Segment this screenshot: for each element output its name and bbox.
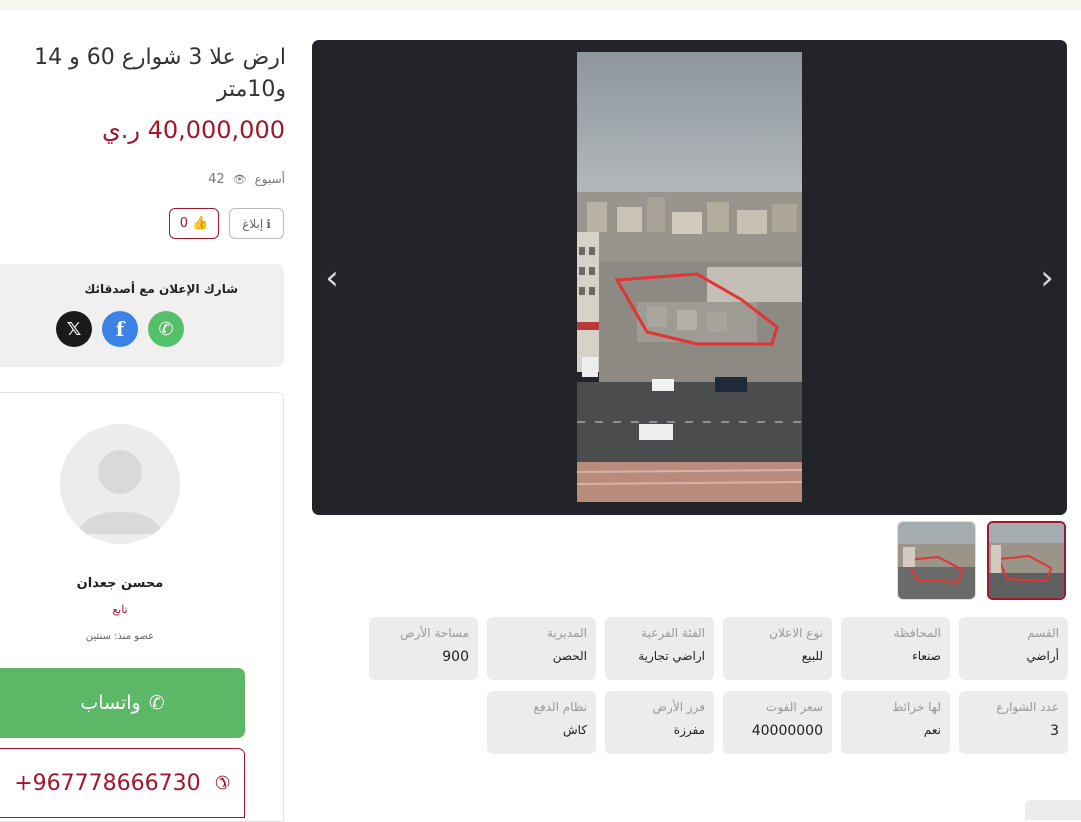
attr-value: للبيع	[801, 649, 823, 663]
floating-element	[1025, 800, 1081, 820]
views-count: 42	[208, 171, 225, 187]
attr-key: القسم	[1027, 626, 1059, 640]
attr-has-maps: لها خرائط نعم	[841, 691, 950, 754]
attr-value: 40000000	[751, 723, 823, 739]
report-label: إبلاغ	[242, 216, 264, 231]
whatsapp-label: واتساب	[80, 692, 141, 714]
member-since: عضو منذ: سنتين	[85, 631, 155, 642]
avatar[interactable]	[60, 424, 180, 544]
listing-price: 40,000,000 ر.ي	[101, 116, 285, 144]
thumbnail-active[interactable]	[987, 521, 1066, 600]
whatsapp-icon: ✆	[158, 318, 174, 340]
x-icon: 𝕏	[66, 318, 82, 340]
gallery-next-button[interactable]: ›	[1029, 258, 1065, 298]
report-button[interactable]: ℹ إبلاغ	[229, 208, 284, 239]
facebook-share-button[interactable]: f	[102, 311, 138, 347]
facebook-icon: f	[115, 317, 125, 341]
thumbnail-strip	[897, 521, 1067, 601]
whatsapp-share-button[interactable]: ✆	[148, 311, 184, 347]
posted-time: أسبوع	[254, 172, 285, 186]
attr-key: المديرية	[547, 626, 587, 640]
attr-value: مفرزة	[673, 723, 705, 737]
attr-value: 900	[442, 649, 469, 665]
attr-value: صنعاء	[912, 649, 941, 663]
attr-land-sorting: فرز الأرض مفرزة	[605, 691, 714, 754]
attr-value: الحصن	[552, 649, 587, 663]
eye-icon: 👁	[232, 172, 247, 186]
attr-subcategory: الفئة الفرعية اراضي تجارية	[605, 617, 714, 680]
attr-category: القسم أراضي	[959, 617, 1068, 680]
info-icon: ℹ	[266, 216, 271, 231]
attr-district: المديرية الحصن	[487, 617, 596, 680]
listing-title: ارض علا 3 شوارع 60 و 14 و10متر	[34, 45, 286, 102]
gallery-prev-button[interactable]: ‹	[314, 258, 350, 298]
attr-ad-type: نوع الاعلان للبيع	[723, 617, 832, 680]
top-bar	[0, 0, 1081, 10]
whatsapp-icon: ✆	[148, 692, 165, 714]
attr-streets-count: عدد الشوارع 3	[959, 691, 1068, 754]
attr-value: أراضي	[1026, 649, 1059, 663]
attr-payment-method: نظام الدفع كاش	[487, 691, 596, 754]
attr-value: اراضي تجارية	[638, 649, 705, 663]
listing-meta: أسبوع 👁 42	[190, 170, 285, 188]
attr-value: نعم	[923, 723, 941, 737]
attr-governorate: المحافظة صنعاء	[841, 617, 950, 680]
attr-value: 3	[1050, 723, 1059, 739]
attr-land-area: مساحة الأرض 900	[369, 617, 478, 680]
user-avatar-icon	[78, 450, 162, 534]
thumbnail-image	[898, 522, 975, 599]
attr-key: المحافظة	[893, 626, 941, 640]
phone-number: +967778666730	[14, 770, 201, 796]
thumbnail-image	[989, 523, 1064, 598]
whatsapp-button[interactable]: ✆ واتساب	[0, 668, 245, 738]
like-button[interactable]: 0 👍	[169, 208, 219, 239]
x-share-button[interactable]: 𝕏	[56, 311, 92, 347]
share-box: شارك الإعلان مع أصدقائك 𝕏 f ✆	[0, 264, 284, 367]
listing-photo[interactable]	[577, 52, 802, 502]
attr-key: لها خرائط	[892, 700, 941, 714]
attr-foot-price: سعر الفوت 40000000	[723, 691, 832, 754]
attr-key: مساحة الأرض	[400, 626, 469, 640]
seller-type: تابع	[112, 603, 128, 616]
attr-key: نظام الدفع	[533, 700, 588, 714]
attr-value: كاش	[562, 723, 587, 737]
attr-key: سعر الفوت	[766, 700, 823, 714]
chevron-left-icon: ‹	[325, 258, 339, 298]
seller-name[interactable]: محسن جعدان	[0, 576, 240, 591]
attr-key: نوع الاعلان	[769, 626, 823, 640]
chevron-right-icon: ›	[1040, 258, 1054, 298]
image-gallery[interactable]: ‹ ›	[312, 40, 1067, 515]
attr-key: الفئة الفرعية	[641, 626, 705, 640]
thumbs-up-icon: 👍	[192, 216, 209, 231]
phone-button[interactable]: +967778666730 ✆	[0, 748, 245, 818]
share-title: شارك الإعلان مع أصدقائك	[84, 282, 238, 296]
phone-icon: ✆	[214, 772, 230, 794]
thumbnail[interactable]	[897, 521, 976, 600]
attr-key: فرز الأرض	[652, 700, 705, 714]
attr-key: عدد الشوارع	[996, 700, 1059, 714]
likes-count: 0	[179, 216, 189, 231]
